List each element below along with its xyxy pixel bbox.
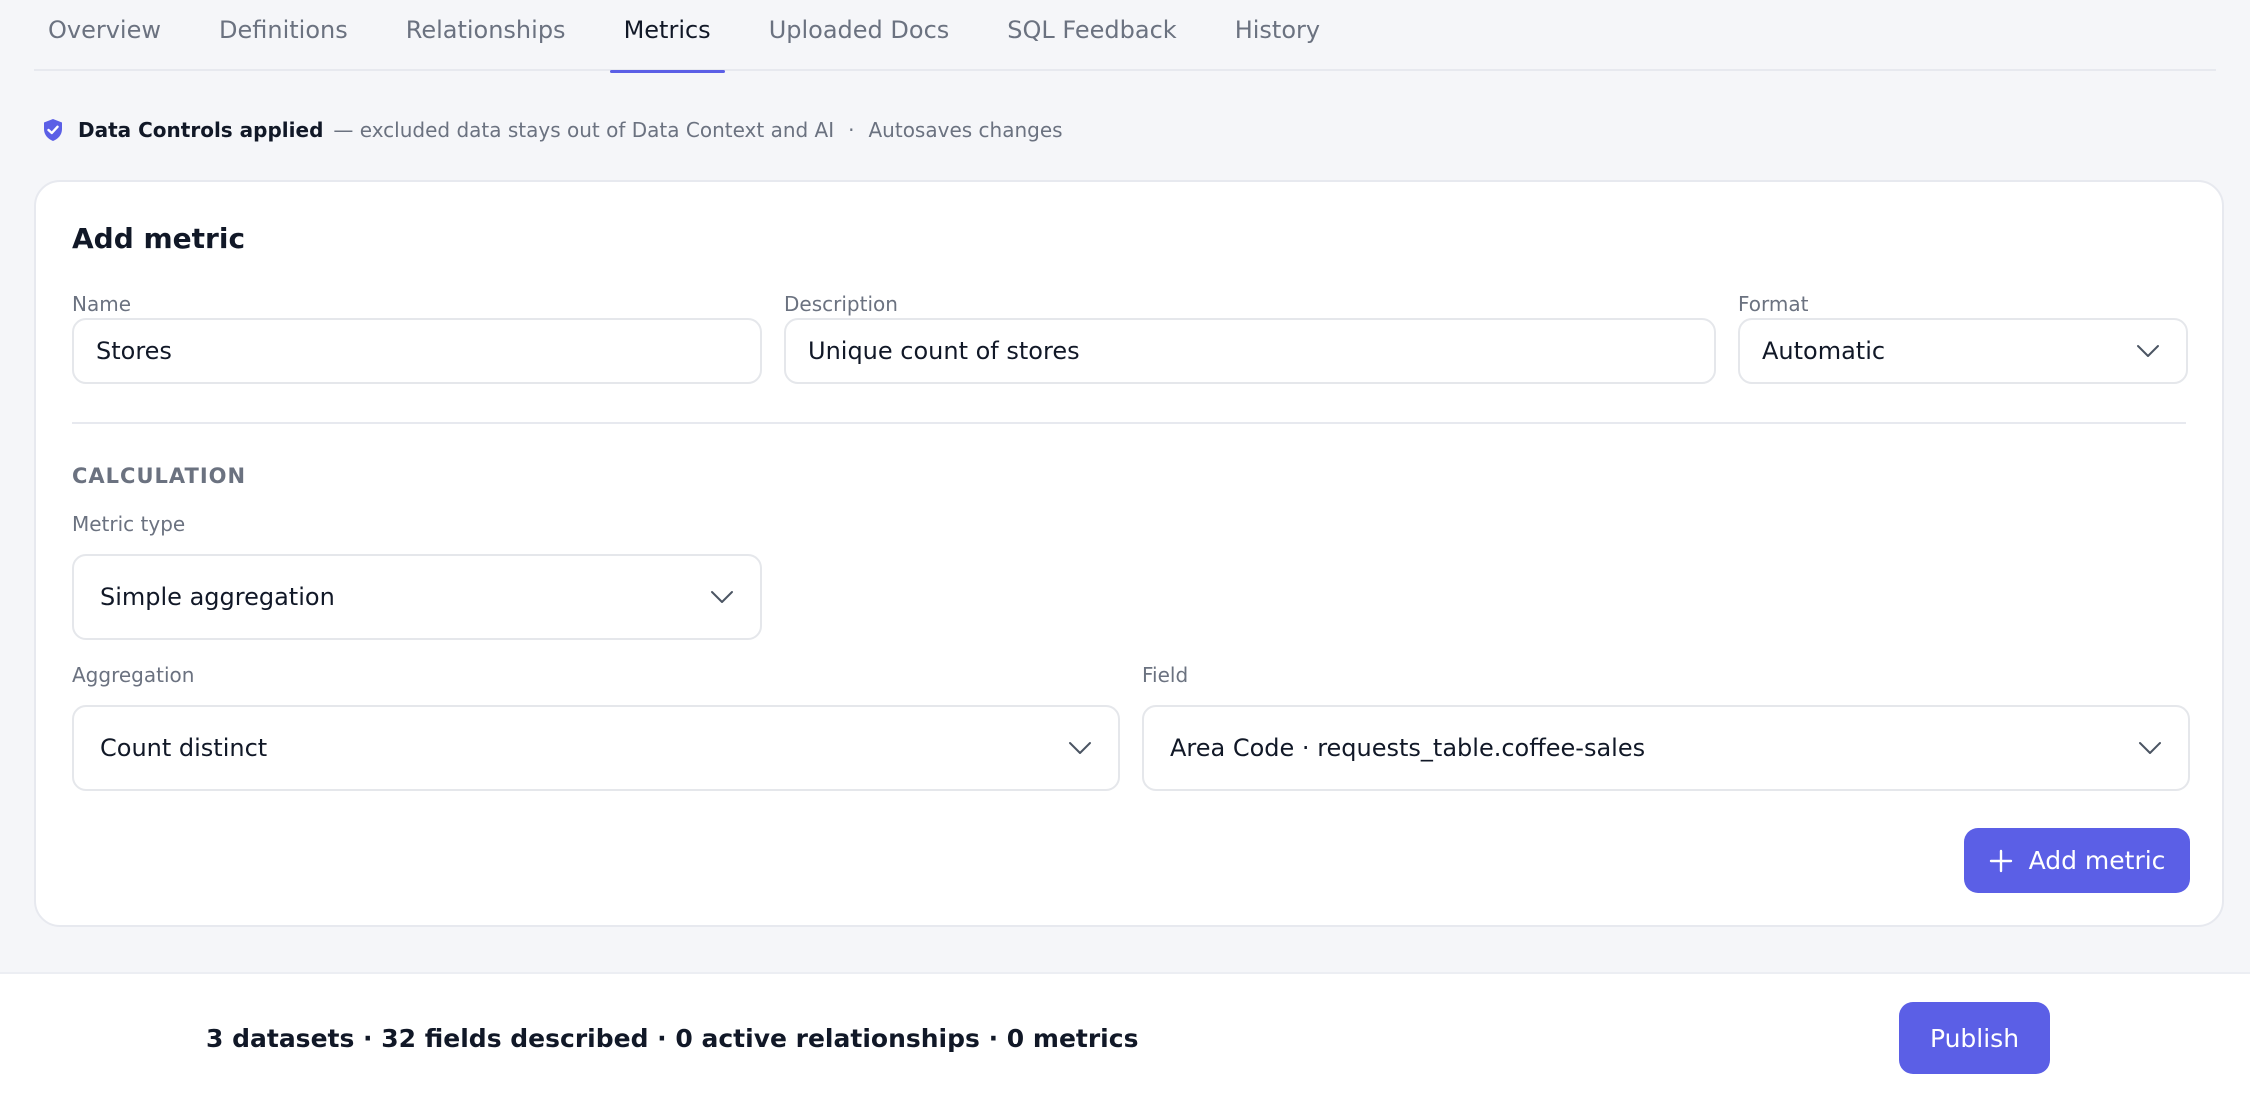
card-title: Add metric xyxy=(72,222,246,255)
tab-definitions[interactable]: Definitions xyxy=(205,0,362,71)
calculation-heading: CALCULATION xyxy=(72,464,247,488)
chevron-down-icon xyxy=(2139,742,2161,754)
metric-type-value: Simple aggregation xyxy=(100,583,335,611)
chevron-down-icon xyxy=(2137,345,2159,357)
data-controls-notice: Data Controls applied — excluded data st… xyxy=(42,116,1063,144)
chevron-down-icon xyxy=(1069,742,1091,754)
tab-relationships[interactable]: Relationships xyxy=(392,0,580,71)
tab-history[interactable]: History xyxy=(1221,0,1334,71)
metric-type-label: Metric type xyxy=(72,512,186,536)
data-controls-title: Data Controls applied xyxy=(78,118,324,142)
metric-type-select[interactable]: Simple aggregation xyxy=(72,554,762,640)
autosave-status: Autosaves changes xyxy=(868,118,1063,142)
separator-dot: · xyxy=(848,118,855,142)
field-label: Field xyxy=(1142,663,1189,687)
format-select[interactable]: Automatic xyxy=(1738,318,2188,384)
tab-uploaded-docs[interactable]: Uploaded Docs xyxy=(755,0,964,71)
field-select[interactable]: Area Code · requests_table.coffee-sales xyxy=(1142,705,2190,791)
tab-bar: Overview Definitions Relationships Metri… xyxy=(34,0,2216,73)
tab-overview[interactable]: Overview xyxy=(34,0,175,71)
name-value: Stores xyxy=(96,337,172,365)
aggregation-label: Aggregation xyxy=(72,663,195,687)
format-value: Automatic xyxy=(1762,337,1886,365)
tab-metrics[interactable]: Metrics xyxy=(609,0,725,73)
aggregation-select[interactable]: Count distinct xyxy=(72,705,1120,791)
plus-icon xyxy=(1989,849,2012,872)
name-label: Name xyxy=(72,292,132,316)
summary-stats: 3 datasets · 32 fields described · 0 act… xyxy=(206,1024,1139,1053)
footer-bar: 3 datasets · 32 fields described · 0 act… xyxy=(0,972,2250,1100)
aggregation-value: Count distinct xyxy=(100,734,268,762)
tab-sql-feedback[interactable]: SQL Feedback xyxy=(993,0,1190,71)
publish-button-label: Publish xyxy=(1929,1023,2020,1053)
description-input[interactable]: Unique count of stores xyxy=(784,318,1716,384)
description-label: Description xyxy=(784,292,898,316)
publish-button[interactable]: Publish xyxy=(1899,1002,2050,1074)
add-metric-button[interactable]: Add metric xyxy=(1964,828,2190,893)
data-controls-detail: — excluded data stays out of Data Contex… xyxy=(333,118,835,142)
field-value: Area Code · requests_table.coffee-sales xyxy=(1170,734,1646,762)
shield-check-icon xyxy=(44,119,62,141)
chevron-down-icon xyxy=(711,591,733,603)
format-label: Format xyxy=(1738,292,1809,316)
divider xyxy=(72,422,2186,424)
add-metric-button-label: Add metric xyxy=(2028,846,2166,875)
name-input[interactable]: Stores xyxy=(72,318,762,384)
description-value: Unique count of stores xyxy=(808,337,1080,365)
add-metric-card: Add metric Name Stores Description Uniqu… xyxy=(34,180,2224,927)
